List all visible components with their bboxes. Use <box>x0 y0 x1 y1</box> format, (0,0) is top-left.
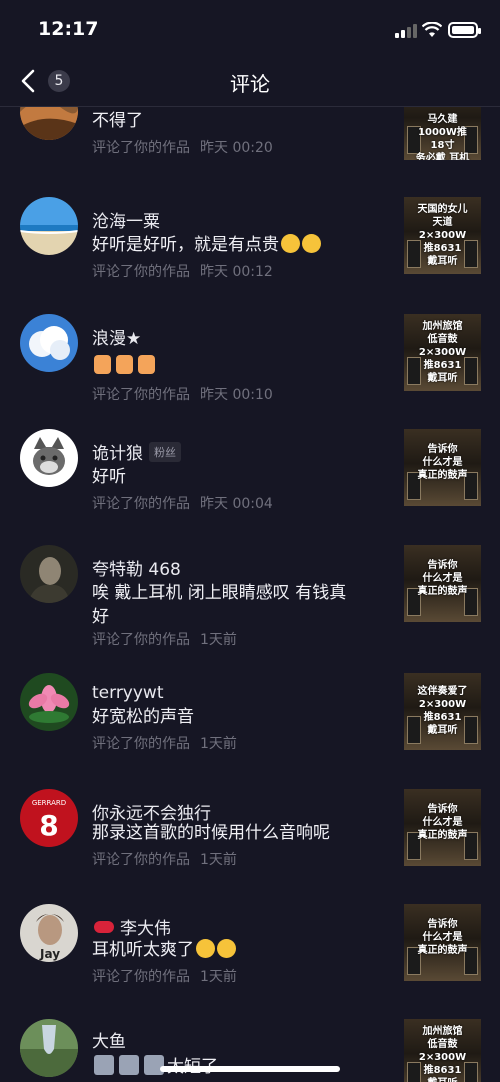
avatar[interactable] <box>20 197 78 255</box>
svg-text:GERRARD: GERRARD <box>32 799 66 807</box>
username[interactable]: terryywt <box>92 683 164 703</box>
thumbnail-caption: 马久建 1000W推18寸 务必戴 耳机听 <box>415 114 470 160</box>
thumbnail-caption: 加州旅馆 低音鼓 2×300W 推8631 戴耳听 <box>418 1026 467 1082</box>
avatar[interactable]: Jay <box>20 904 78 962</box>
video-thumbnail[interactable]: 天国的女儿 天道 2×300W 推8631 戴耳听 <box>404 197 481 274</box>
avatar[interactable] <box>20 314 78 372</box>
comment-text: 那录这首歌的时候用什么音响呢 <box>92 823 330 843</box>
username-row: 夸特勒 468 <box>92 555 181 580</box>
wolf-emoji-icon <box>94 1055 114 1075</box>
video-thumbnail[interactable]: 马久建 1000W推18寸 务必戴 耳机听 <box>404 107 481 160</box>
video-thumbnail[interactable]: 告诉你 什么才是 真正的鼓声 <box>404 904 481 981</box>
meta-time: 昨天 00:12 <box>200 264 273 280</box>
username[interactable]: 浪漫★ <box>92 324 141 349</box>
lips-icon <box>94 920 114 933</box>
avatar[interactable] <box>20 673 78 731</box>
comment-meta: 评论了你的作品 昨天 00:20 <box>92 137 273 157</box>
username[interactable]: 沧海一粟 <box>92 207 160 232</box>
meta-time: 昨天 00:20 <box>200 140 273 156</box>
page-title: 评论 <box>230 72 270 96</box>
video-thumbnail[interactable]: 加州旅馆 低音鼓 2×300W 推8631 戴耳听 <box>404 314 481 391</box>
wifi-icon <box>422 22 442 37</box>
comment-body: 耳机听太爽了 <box>92 940 194 960</box>
thumbnail-caption: 这伴奏爱了 2×300W 推8631 戴耳听 <box>417 686 468 736</box>
thumbnail-caption: 天国的女儿 天道 2×300W 推8631 戴耳听 <box>417 204 468 267</box>
thumbs-up-icon <box>138 355 155 374</box>
thumbnail-caption: 告诉你 什么才是 真正的鼓声 <box>417 804 468 841</box>
pleading-face-icon <box>302 234 321 253</box>
fan-badge: 粉丝 <box>149 441 181 462</box>
meta-time: 1天前 <box>200 632 237 648</box>
signal-icon <box>395 24 417 38</box>
home-indicator[interactable] <box>160 1066 340 1072</box>
username-row: 沧海一粟 <box>92 207 160 232</box>
comment-meta: 评论了你的作品 1天前 <box>92 966 237 986</box>
video-thumbnail[interactable]: 告诉你 什么才是 真正的鼓声 <box>404 789 481 866</box>
meta-time: 1天前 <box>200 852 237 868</box>
wolf-emoji-icon <box>144 1055 164 1075</box>
meta-action: 评论了你的作品 <box>92 387 190 403</box>
thumbs-up-icon <box>94 355 111 374</box>
username-row: 浪漫★ <box>92 324 141 349</box>
meta-time: 昨天 00:10 <box>200 387 273 403</box>
username-row: 大鱼 <box>92 1027 126 1052</box>
avatar[interactable] <box>20 1019 78 1077</box>
comment-body: 好听是好听，就是有点贵 <box>92 235 279 255</box>
nav-bar: 5 评论 <box>0 58 500 107</box>
laughing-face-icon <box>196 939 215 958</box>
thumbnail-caption: 告诉你 什么才是 真正的鼓声 <box>417 444 468 481</box>
status-time: 12:17 <box>38 18 99 40</box>
comment-text: 唉 戴上耳机 闭上眼睛感叹 有钱真好 <box>92 583 347 627</box>
comment-meta: 评论了你的作品 昨天 00:12 <box>92 261 273 281</box>
comment-text: 好听是好听，就是有点贵 <box>92 233 382 257</box>
username-row: terryywt <box>92 683 164 703</box>
video-thumbnail[interactable]: 告诉你 什么才是 真正的鼓声 <box>404 545 481 622</box>
laughing-face-icon <box>217 939 236 958</box>
video-thumbnail[interactable]: 告诉你 什么才是 真正的鼓声 <box>404 429 481 506</box>
username-row: 李大伟 <box>92 914 171 939</box>
comment-list: 不得了 评论了你的作品 昨天 00:20 马久建 1000W推18寸 务必戴 耳机… <box>0 107 500 1082</box>
svg-text:8: 8 <box>39 809 58 842</box>
meta-action: 评论了你的作品 <box>92 969 190 985</box>
meta-action: 评论了你的作品 <box>92 496 190 512</box>
thumbs-up-icon <box>116 355 133 374</box>
meta-action: 评论了你的作品 <box>92 140 190 156</box>
comment-text: 好听 <box>92 467 126 487</box>
comment-meta: 评论了你的作品 1天前 <box>92 849 237 869</box>
comment-text <box>92 354 382 378</box>
comment-text: 耳机听太爽了 <box>92 938 382 962</box>
thumbnail-caption: 告诉你 什么才是 真正的鼓声 <box>417 919 468 956</box>
video-thumbnail[interactable]: 这伴奏爱了 2×300W 推8631 戴耳听 <box>404 673 481 750</box>
wolf-emoji-icon <box>119 1055 139 1075</box>
username[interactable]: 夸特勒 468 <box>92 555 181 580</box>
battery-icon <box>448 22 481 38</box>
avatar[interactable] <box>20 545 78 603</box>
comment-meta: 评论了你的作品 1天前 <box>92 733 237 753</box>
meta-time: 1天前 <box>200 969 237 985</box>
pleading-face-icon <box>281 234 300 253</box>
meta-time: 昨天 00:04 <box>200 496 273 512</box>
avatar[interactable]: GERRARD 8 <box>20 789 78 847</box>
svg-text:Jay: Jay <box>39 947 60 961</box>
username[interactable]: 李大伟 <box>120 914 171 939</box>
comment-meta: 评论了你的作品 1天前 <box>92 629 237 649</box>
meta-action: 评论了你的作品 <box>92 632 190 648</box>
comment-text: 好宽松的声音 <box>92 707 194 727</box>
username[interactable]: 诡计狼 <box>92 439 143 464</box>
status-bar: 12:17 <box>0 0 500 60</box>
thumbnail-caption: 加州旅馆 低音鼓 2×300W 推8631 戴耳听 <box>418 321 467 384</box>
comment-text: 不得了 <box>92 111 143 131</box>
meta-time: 1天前 <box>200 736 237 752</box>
meta-action: 评论了你的作品 <box>92 852 190 868</box>
avatar[interactable] <box>20 107 78 140</box>
comment-meta: 评论了你的作品 昨天 00:10 <box>92 384 273 404</box>
meta-action: 评论了你的作品 <box>92 264 190 280</box>
username[interactable]: 大鱼 <box>92 1027 126 1052</box>
video-thumbnail[interactable]: 加州旅馆 低音鼓 2×300W 推8631 戴耳听 <box>404 1019 481 1082</box>
thumbnail-caption: 告诉你 什么才是 真正的鼓声 <box>417 560 468 597</box>
username-row: 诡计狼 粉丝 <box>92 439 181 464</box>
avatar[interactable] <box>20 429 78 487</box>
comment-meta: 评论了你的作品 昨天 00:04 <box>92 493 273 513</box>
meta-action: 评论了你的作品 <box>92 736 190 752</box>
